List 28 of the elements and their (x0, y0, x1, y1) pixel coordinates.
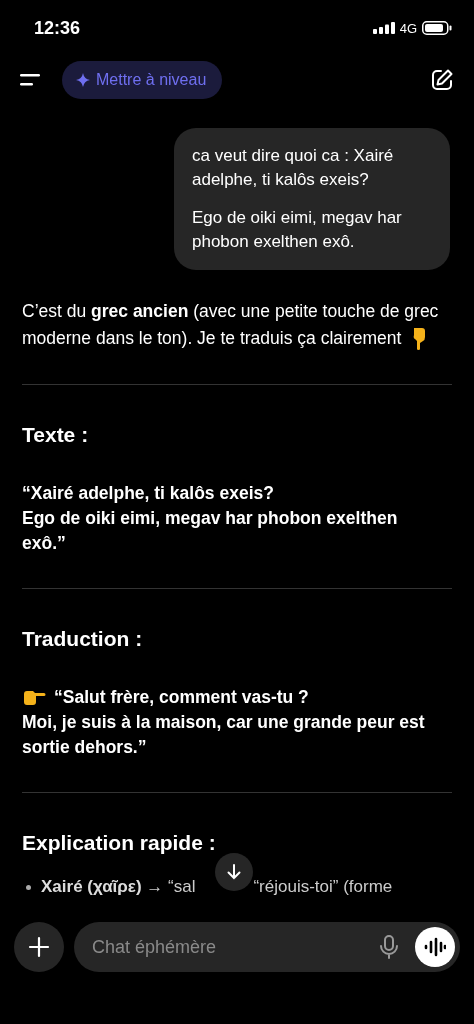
waveform-icon (424, 937, 446, 957)
add-button[interactable] (14, 922, 64, 972)
message-input-field[interactable]: Chat éphémère (74, 922, 460, 972)
section-heading: Texte : (22, 423, 90, 447)
signal-icon (372, 22, 395, 34)
plus-icon (28, 936, 50, 958)
status-time: 12:36 (34, 17, 81, 39)
assistant-paragraph: C’est du grec ancien (avec une petite touche de grec moderne dans le ton). Je te traduis ça clairement (22, 300, 440, 352)
translation-text: Moi, je suis à la maison, car une grande peur est sortie dehors.” (22, 711, 426, 759)
message-text: ca veut dire quoi ca : Xairé adelphe, ti kalôs exeis? (192, 145, 395, 191)
bullet-text: “réjouis-toi” (forme (253, 877, 393, 897)
network-label: 4G (399, 20, 417, 36)
quoted-text: “Xairé adelphe, ti kalôs exeis? (22, 482, 275, 505)
menu-icon[interactable] (20, 72, 42, 88)
new-chat-icon[interactable] (430, 68, 454, 92)
translation-text: “Salut frère, comment vas-tu ? (54, 686, 309, 709)
arrow-down-icon (225, 863, 243, 881)
microphone-icon[interactable] (379, 935, 399, 959)
bullet-text: Xairé (χαῖρε) → “sal (41, 877, 196, 897)
message-text: Ego de oiki eimi, megav har phobon exelthen exô. (192, 207, 403, 253)
quoted-text: Ego de oiki eimi, megav har phobon exelthen exô.” (22, 507, 399, 555)
scroll-down-button[interactable] (215, 853, 253, 891)
bullet-dot (26, 884, 31, 890)
upgrade-button[interactable]: Mettre à niveau (62, 61, 223, 99)
battery-icon (422, 21, 452, 35)
section-heading: Explication rapide : (22, 831, 217, 855)
sparkle-icon (76, 73, 90, 87)
section-heading: Traduction : (22, 627, 144, 651)
